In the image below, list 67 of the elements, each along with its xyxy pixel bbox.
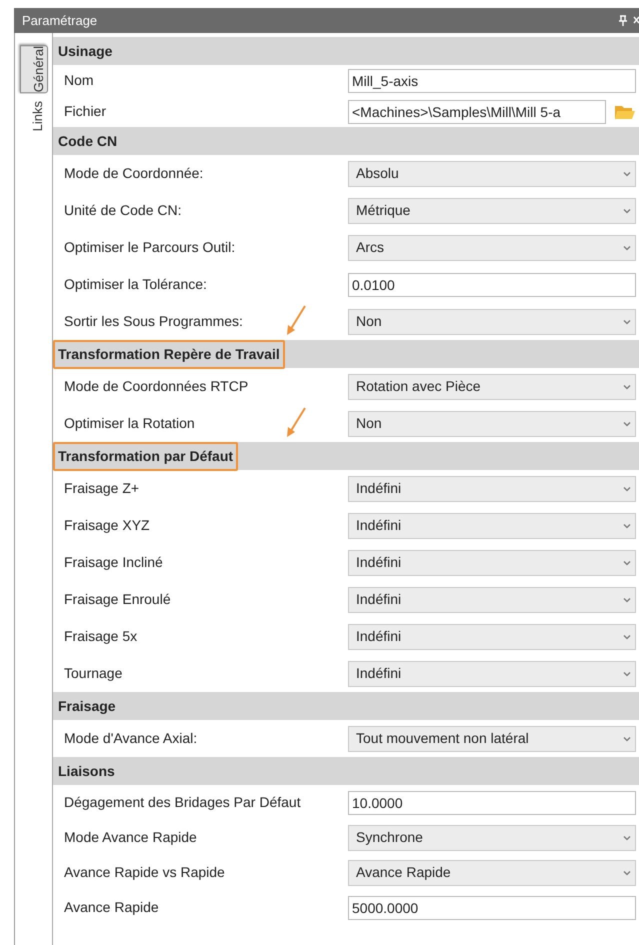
panel-title: Paramétrage [22, 12, 98, 30]
side-tab[interactable]: Général [20, 45, 48, 94]
dropdown[interactable]: Indéfini [348, 476, 636, 502]
input-field[interactable]: Mill_5-axis [348, 68, 636, 92]
dropdown[interactable]: Avance Rapide [348, 860, 636, 886]
chevron-down-icon [623, 736, 631, 742]
chevron-down-icon [623, 596, 631, 602]
dropdown[interactable]: Indéfini [348, 586, 636, 612]
property-label: Fraisage Enroulé [64, 590, 171, 606]
property-label: Mode de Coordonnée: [64, 164, 204, 180]
chevron-down-icon [623, 834, 631, 840]
dropdown[interactable]: Rotation avec Pièce [348, 374, 636, 400]
dropdown[interactable]: Indéfini [348, 512, 636, 538]
dropdown[interactable]: Arcs [348, 234, 636, 260]
section-title: Transformation Repère de Travail [53, 340, 285, 368]
close-icon[interactable] [633, 16, 639, 25]
file-path-field[interactable]: <Machines>\Samples\Mill\Mill 5-a [348, 100, 606, 124]
arrow-annotation [285, 305, 307, 337]
chevron-down-icon [623, 170, 631, 176]
property-label: Tournage [64, 664, 122, 680]
property-label: Avance Rapide [64, 898, 159, 914]
property-label: Unité de Code CN: [64, 202, 182, 218]
property-label: Mode de Coordonnées RTCP [64, 378, 248, 394]
chevron-down-icon [623, 208, 631, 214]
pin-icon[interactable] [619, 15, 627, 26]
property-label: Optimiser la Tolérance: [64, 276, 207, 292]
dropdown[interactable]: Non [348, 410, 636, 436]
dropdown[interactable]: Indéfini [348, 660, 636, 686]
chevron-down-icon [623, 486, 631, 492]
property-label: Optimiser le Parcours Outil: [64, 238, 236, 254]
property-label: Fraisage 5x [64, 628, 138, 644]
property-label: Fraisage Incliné [64, 554, 163, 570]
chevron-down-icon [623, 560, 631, 566]
chevron-down-icon [623, 318, 631, 324]
property-label: Nom [64, 72, 94, 88]
property-label: Fichier [64, 102, 106, 118]
section-title: Liaisons [57, 762, 116, 780]
dropdown[interactable]: Tout mouvement non latéral [348, 726, 636, 752]
dropdown[interactable]: Non [348, 308, 636, 334]
chevron-down-icon [623, 870, 631, 876]
property-label: Sortir les Sous Programmes: [64, 312, 243, 328]
property-label: Mode d'Avance Axial: [64, 730, 198, 746]
dropdown[interactable]: Absolu [348, 160, 636, 186]
chevron-down-icon [623, 244, 631, 250]
chevron-down-icon [623, 384, 631, 390]
input-field[interactable]: 5000.0000 [348, 896, 636, 920]
property-label: Dégagement des Bridages Par Défaut [64, 794, 301, 810]
property-label: Optimiser la Rotation [64, 414, 195, 430]
section-title: Transformation par Défaut [53, 442, 238, 470]
dropdown[interactable]: Métrique [348, 198, 636, 224]
dropdown[interactable]: Indéfini [348, 550, 636, 576]
dropdown[interactable]: Indéfini [348, 624, 636, 650]
section-title: Code CN [57, 132, 118, 150]
dropdown[interactable]: Synchrone [348, 824, 636, 850]
section-title: Usinage [57, 42, 114, 61]
chevron-down-icon [623, 420, 631, 426]
property-label: Mode Avance Rapide [64, 828, 197, 844]
input-field[interactable]: 10.0000 [348, 790, 636, 814]
input-field[interactable]: 0.0100 [348, 272, 636, 296]
property-label: Fraisage Z+ [64, 480, 140, 496]
chevron-down-icon [623, 522, 631, 528]
property-label: Avance Rapide vs Rapide [64, 864, 225, 880]
property-label: Fraisage XYZ [64, 516, 150, 532]
section-title: Fraisage [57, 696, 117, 716]
chevron-down-icon [623, 634, 631, 640]
arrow-annotation [285, 407, 307, 439]
chevron-down-icon [623, 670, 631, 676]
